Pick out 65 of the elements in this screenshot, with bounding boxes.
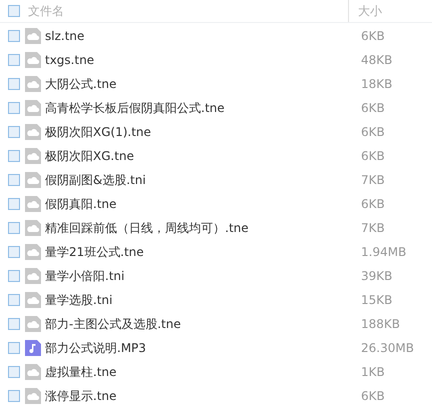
file-size: 1KB — [361, 365, 386, 379]
file-size: 6KB — [361, 149, 386, 163]
file-size: 26.30MB — [361, 341, 415, 355]
cloud-file-icon — [25, 364, 41, 380]
file-size: 6KB — [361, 125, 386, 139]
file-name[interactable]: 部力公式说明.MP3 — [45, 340, 361, 356]
cloud-file-icon — [25, 52, 41, 68]
file-size: 6KB — [361, 29, 386, 43]
music-note-icon — [25, 340, 41, 356]
file-name[interactable]: 假阴副图&选股.tni — [45, 172, 361, 188]
cloud-file-icon — [25, 292, 41, 308]
row-checkbox[interactable] — [8, 222, 20, 234]
row-checkbox[interactable] — [8, 270, 20, 282]
file-name[interactable]: 涨停显示.tne — [45, 388, 361, 404]
row-checkbox[interactable] — [8, 342, 20, 354]
row-checkbox[interactable] — [8, 174, 20, 186]
row-checkbox[interactable] — [8, 198, 20, 210]
file-name[interactable]: 精准回踩前低（日线，周线均可）.tne — [45, 220, 361, 236]
row-checkbox[interactable] — [8, 390, 20, 402]
cloud-file-icon — [25, 196, 41, 212]
cloud-file-icon — [25, 172, 41, 188]
file-size: 6KB — [361, 197, 386, 211]
select-all-checkbox[interactable] — [8, 5, 20, 17]
file-size: 39KB — [361, 269, 394, 283]
row-checkbox[interactable] — [8, 294, 20, 306]
file-name[interactable]: 量学选股.tni — [45, 292, 361, 308]
row-checkbox[interactable] — [8, 30, 20, 42]
file-size: 188KB — [361, 317, 402, 331]
file-name[interactable]: 极阴次阳XG.tne — [45, 148, 361, 164]
file-size: 1.94MB — [361, 245, 408, 259]
file-name[interactable]: 极阴次阳XG(1).tne — [45, 124, 361, 140]
file-name[interactable]: 部力-主图公式及选股.tne — [45, 316, 361, 332]
cloud-file-icon — [25, 316, 41, 332]
file-name[interactable]: 大阴公式.tne — [45, 76, 361, 92]
file-size: 48KB — [361, 53, 394, 67]
file-name[interactable]: slz.tne — [45, 29, 361, 43]
row-checkbox[interactable] — [8, 246, 20, 258]
cloud-file-icon — [25, 124, 41, 140]
row-checkbox[interactable] — [8, 318, 20, 330]
cloud-file-icon — [25, 244, 41, 260]
file-name[interactable]: 量学小倍阳.tni — [45, 268, 361, 284]
file-size: 7KB — [361, 173, 386, 187]
cloud-file-icon — [25, 148, 41, 164]
cloud-file-icon — [25, 268, 41, 284]
file-size: 18KB — [361, 77, 394, 91]
row-checkbox[interactable] — [8, 366, 20, 378]
row-checkbox[interactable] — [8, 78, 20, 90]
cloud-file-icon — [25, 388, 41, 404]
row-checkbox[interactable] — [8, 126, 20, 138]
file-name[interactable]: 高青松学长板后假阴真阳公式.tne — [45, 100, 361, 116]
file-name[interactable]: 虚拟量柱.tne — [45, 364, 361, 380]
file-size: 7KB — [361, 221, 386, 235]
file-size: 15KB — [361, 293, 394, 307]
cloud-file-icon — [25, 100, 41, 116]
file-name[interactable]: txgs.tne — [45, 53, 361, 67]
row-checkbox[interactable] — [8, 150, 20, 162]
row-checkbox[interactable] — [8, 54, 20, 66]
file-size: 6KB — [361, 389, 386, 403]
row-checkbox[interactable] — [8, 102, 20, 114]
file-name[interactable]: 假阴真阳.tne — [45, 196, 361, 212]
cloud-file-icon — [25, 76, 41, 92]
cloud-file-icon — [25, 220, 41, 236]
cloud-file-icon — [25, 28, 41, 44]
file-size: 6KB — [361, 101, 386, 115]
file-name[interactable]: 量学21班公式.tne — [45, 244, 361, 260]
